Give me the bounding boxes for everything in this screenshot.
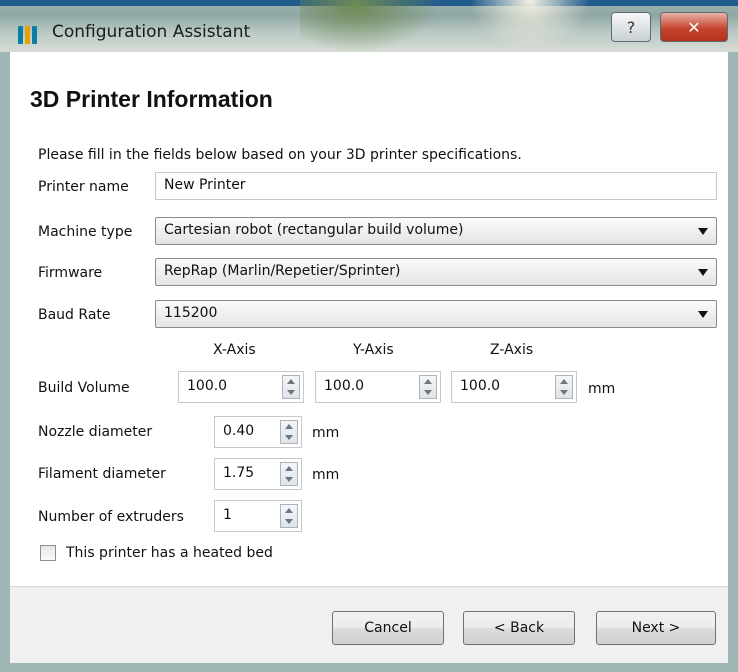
title-bar[interactable]: Configuration Assistant ? ✕ <box>0 0 738 52</box>
spinner-arrows-icon[interactable] <box>280 420 298 444</box>
x-axis-header: X-Axis <box>213 342 256 358</box>
filament-diameter-label: Filament diameter <box>38 466 166 482</box>
build-volume-x-spinbox[interactable]: 100.0 <box>178 371 304 403</box>
spinner-arrows-icon[interactable] <box>280 504 298 528</box>
machine-type-select[interactable]: Cartesian robot (rectangular build volum… <box>155 217 717 245</box>
intro-text: Please fill in the fields below based on… <box>38 147 522 163</box>
close-button[interactable]: ✕ <box>660 12 728 42</box>
nozzle-diameter-label: Nozzle diameter <box>38 424 153 440</box>
back-button[interactable]: < Back <box>463 611 575 645</box>
next-button-label: Next > <box>631 620 681 636</box>
nozzle-diameter-value: 0.40 <box>223 423 255 439</box>
printer-name-value: New Printer <box>164 177 246 193</box>
dropdown-arrow-icon <box>698 311 708 318</box>
cancel-button-label: Cancel <box>364 620 412 636</box>
firmware-value: RepRap (Marlin/Repetier/Sprinter) <box>164 263 401 279</box>
dropdown-arrow-icon <box>698 269 708 276</box>
spinner-arrows-icon[interactable] <box>555 375 573 399</box>
close-icon: ✕ <box>687 17 701 37</box>
machine-type-label: Machine type <box>38 224 133 240</box>
bars-app-icon <box>18 26 40 44</box>
help-button[interactable]: ? <box>611 12 651 42</box>
spinner-arrows-icon[interactable] <box>280 462 298 486</box>
question-mark-icon: ? <box>626 17 636 37</box>
window-frame-right <box>728 52 738 672</box>
build-volume-unit: mm <box>588 381 616 397</box>
build-volume-z-value: 100.0 <box>460 378 501 394</box>
dropdown-arrow-icon <box>698 228 708 235</box>
firmware-select[interactable]: RepRap (Marlin/Repetier/Sprinter) <box>155 258 717 286</box>
machine-type-value: Cartesian robot (rectangular build volum… <box>164 222 464 238</box>
extruders-value: 1 <box>223 507 232 523</box>
title-bar-background-highlight <box>470 0 590 52</box>
build-volume-y-value: 100.0 <box>324 378 365 394</box>
nozzle-diameter-spinbox[interactable]: 0.40 <box>214 416 302 448</box>
build-volume-x-value: 100.0 <box>187 378 228 394</box>
page-title: 3D Printer Information <box>30 86 273 112</box>
printer-name-input[interactable]: New Printer <box>155 172 717 200</box>
y-axis-header: Y-Axis <box>353 342 394 358</box>
window-title: Configuration Assistant <box>52 22 251 42</box>
heated-bed-label[interactable]: This printer has a heated bed <box>66 545 273 561</box>
firmware-label: Firmware <box>38 265 103 281</box>
spinner-arrows-icon[interactable] <box>282 375 300 399</box>
build-volume-z-spinbox[interactable]: 100.0 <box>451 371 577 403</box>
back-button-label: < Back <box>493 620 545 636</box>
extruders-spinbox[interactable]: 1 <box>214 500 302 532</box>
filament-diameter-value: 1.75 <box>223 465 255 481</box>
spinner-arrows-icon[interactable] <box>419 375 437 399</box>
window-frame-left <box>0 52 10 672</box>
nozzle-unit: mm <box>312 425 340 441</box>
baud-rate-label: Baud Rate <box>38 307 111 323</box>
extruders-label: Number of extruders <box>38 509 184 525</box>
baud-rate-value: 115200 <box>164 305 218 321</box>
next-button[interactable]: Next > <box>596 611 716 645</box>
window-frame-bottom <box>0 662 738 672</box>
z-axis-header: Z-Axis <box>490 342 534 358</box>
build-volume-y-spinbox[interactable]: 100.0 <box>315 371 441 403</box>
title-bar-background-foliage <box>300 0 440 52</box>
heated-bed-checkbox[interactable] <box>40 545 56 561</box>
filament-unit: mm <box>312 467 340 483</box>
filament-diameter-spinbox[interactable]: 1.75 <box>214 458 302 490</box>
baud-rate-select[interactable]: 115200 <box>155 300 717 328</box>
build-volume-label: Build Volume <box>38 380 130 396</box>
cancel-button[interactable]: Cancel <box>332 611 444 645</box>
printer-name-label: Printer name <box>38 179 129 195</box>
